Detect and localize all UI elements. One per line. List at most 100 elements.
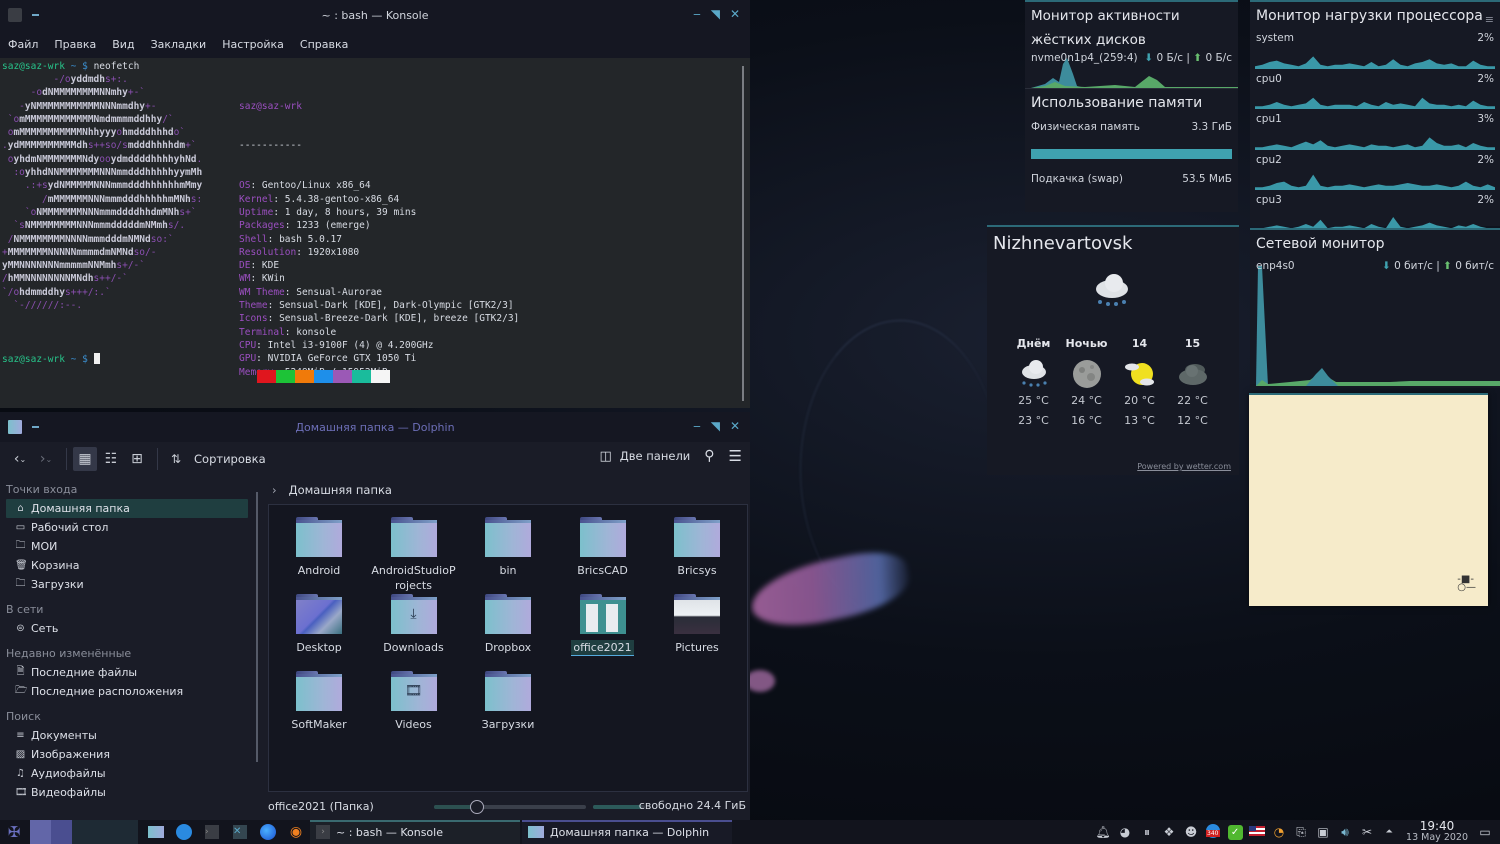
menu-edit[interactable]: Правка (54, 38, 96, 51)
file-item[interactable]: SoftMaker (272, 671, 366, 732)
discord-icon[interactable]: ☻ (1180, 825, 1202, 839)
task-konsole[interactable]: › ~ : bash — Konsole (310, 820, 520, 844)
file-item[interactable]: Dropbox (461, 594, 555, 655)
sticky-note-widget[interactable]: -■- ○— (1249, 393, 1488, 606)
file-view[interactable]: Android AndroidStudioP rojects bin BricsCAD… (268, 504, 748, 792)
notifications-bell-icon[interactable]: 🔔︎ (1092, 825, 1114, 839)
file-item[interactable]: ⤓ Downloads (367, 594, 461, 655)
places-item-folder[interactable]: 🗀︎ МОИ (6, 537, 248, 556)
maximize-button[interactable]: ◥ (711, 7, 720, 21)
window-menu-icon[interactable] (32, 426, 39, 428)
firefox-launcher-icon[interactable] (256, 822, 280, 842)
check-ok-icon[interactable]: ✓ (1224, 824, 1246, 840)
file-item[interactable]: bin (461, 517, 555, 578)
ascii-art-line: `-//////:--. (2, 299, 202, 312)
places-item-documents[interactable]: ≡ Документы (6, 726, 248, 745)
browser-launcher-icon[interactable] (172, 822, 196, 842)
dolphin-titlebar[interactable]: Домашняя папка — Dolphin ‒ ◥ ✕ (0, 412, 750, 442)
file-item[interactable]: Загрузки (461, 671, 555, 732)
kdeconnect-icon[interactable]: ✂ (1356, 825, 1378, 839)
compact-view-button[interactable]: ☷ (99, 447, 123, 471)
keyboard-layout-flag-icon[interactable] (1246, 825, 1268, 839)
download-emblem-icon: ⤓ (410, 606, 417, 622)
konsole-app-icon[interactable] (8, 8, 22, 22)
window-menu-icon[interactable] (32, 14, 39, 16)
file-item[interactable]: BricsCAD (556, 517, 650, 578)
ascii-art-line: `omMMMMMMMMMMMMNmdmmmmddhhy/` (2, 113, 202, 126)
file-item[interactable]: Pictures (650, 594, 744, 655)
minimize-button[interactable]: ‒ (693, 419, 701, 433)
dolphin-launcher-icon[interactable] (144, 822, 168, 842)
application-launcher-icon[interactable]: ✠ (2, 822, 26, 842)
search-icon[interactable]: ⚲ (704, 448, 714, 464)
forward-button[interactable]: › ⌄ (34, 447, 58, 471)
file-item[interactable]: Desktop (272, 594, 366, 655)
places-item-folder[interactable]: 🗀︎ Загрузки (6, 575, 248, 594)
file-item[interactable]: office2021 (556, 594, 650, 656)
tools-launcher-icon[interactable]: ✕ (228, 822, 252, 842)
task-dolphin[interactable]: Домашняя папка — Dolphin (522, 820, 732, 844)
details-view-button[interactable]: ⊞ (125, 447, 149, 471)
places-item-network[interactable]: ⊜ Сеть (6, 619, 248, 638)
file-item[interactable]: AndroidStudioP rojects (367, 517, 461, 593)
dropbox-icon[interactable]: ❖ (1158, 825, 1180, 839)
powered-by-link[interactable]: Powered by wetter.com (1137, 462, 1231, 471)
vault-icon[interactable]: ▣ (1312, 825, 1334, 839)
desktop-2[interactable] (72, 820, 138, 844)
places-item-audio[interactable]: ♫ Аудиофайлы (6, 764, 248, 783)
clipboard-icon[interactable]: ⎘ (1290, 825, 1312, 840)
updates-icon[interactable]: 340 (1202, 823, 1224, 841)
hamburger-menu-icon[interactable]: ☰ (729, 447, 742, 465)
places-item-recent-files[interactable]: 🗎︎ Последние файлы (6, 663, 248, 682)
file-item[interactable]: 🎞︎ Videos (367, 671, 461, 732)
minimize-button[interactable]: ‒ (693, 7, 701, 21)
zoom-slider-handle[interactable] (469, 800, 484, 814)
menu-help[interactable]: Справка (300, 38, 348, 51)
terminal-scrollbar[interactable] (742, 66, 744, 401)
maximize-button[interactable]: ◥ (711, 419, 720, 433)
menu-view[interactable]: Вид (112, 38, 134, 51)
memory-widget-title: Использование памяти (1031, 95, 1203, 111)
places-item-recent-places[interactable]: 🗁︎ Последние расположения (6, 682, 248, 701)
note-settings-icon[interactable]: -■- ○— (1457, 575, 1476, 593)
icons-view-button[interactable]: ▦ (73, 447, 97, 471)
pause-icon[interactable]: ⏸︎ (1136, 825, 1158, 840)
file-item[interactable]: Android (272, 517, 366, 578)
menu-file[interactable]: Файл (8, 38, 38, 51)
places-item-trash[interactable]: 🗑︎ Корзина (6, 556, 248, 575)
sort-icon[interactable]: ⇅ (164, 447, 188, 471)
digital-clock[interactable]: 19:40 13 May 2020 (1406, 820, 1468, 843)
videos-folder-icon: 🎞︎ (390, 671, 437, 711)
file-item[interactable]: Bricsys (650, 517, 744, 578)
close-button[interactable]: ✕ (730, 7, 740, 21)
terminal-area[interactable]: saz@saz-wrk ~ $ neofetch -/oyddmdhs+:. -… (0, 58, 750, 408)
places-item-video[interactable]: 🎞︎ Видеофайлы (6, 783, 248, 802)
close-button[interactable]: ✕ (730, 419, 740, 433)
sort-button[interactable]: Сортировка (194, 452, 266, 466)
split-view-button[interactable]: Две панели (620, 449, 690, 463)
show-desktop-icon[interactable]: ▭ (1474, 825, 1496, 839)
chevron-right-icon[interactable]: › (272, 483, 277, 497)
back-button[interactable]: ‹ ⌄ (8, 447, 32, 471)
breadcrumb-home[interactable]: Домашняя папка (289, 483, 392, 497)
folder-front (296, 677, 342, 711)
split-view-icon[interactable]: ◫ (600, 449, 612, 464)
zoom-slider[interactable] (434, 800, 586, 814)
menu-settings[interactable]: Настройка (222, 38, 284, 51)
konsole-titlebar[interactable]: ~ : bash — Konsole ‒ ◥ ✕ (0, 0, 750, 30)
volume-icon[interactable]: 🔊︎ (1334, 825, 1356, 840)
tray-expand-arrow-icon[interactable]: ⏶ (1378, 827, 1400, 837)
ascii-art-fragment: +-` (127, 87, 146, 99)
dolphin-app-icon[interactable] (8, 420, 22, 434)
terminal-launcher-icon[interactable]: › (200, 822, 224, 842)
timer-icon[interactable]: ◔ (1268, 825, 1290, 839)
places-item-desktop[interactable]: ▭ Рабочий стол (6, 518, 248, 537)
steam-icon[interactable]: ◕ (1114, 825, 1136, 839)
blender-launcher-icon[interactable]: ◉ (284, 822, 308, 842)
desktop-1[interactable] (30, 820, 72, 844)
places-item-images[interactable]: ▨ Изображения (6, 745, 248, 764)
places-scrollbar[interactable] (256, 492, 258, 762)
places-item-home[interactable]: ⌂ Домашняя папка (6, 499, 248, 518)
widget-menu-icon[interactable]: ≡ (1485, 8, 1494, 32)
menu-bookmarks[interactable]: Закладки (151, 38, 207, 51)
